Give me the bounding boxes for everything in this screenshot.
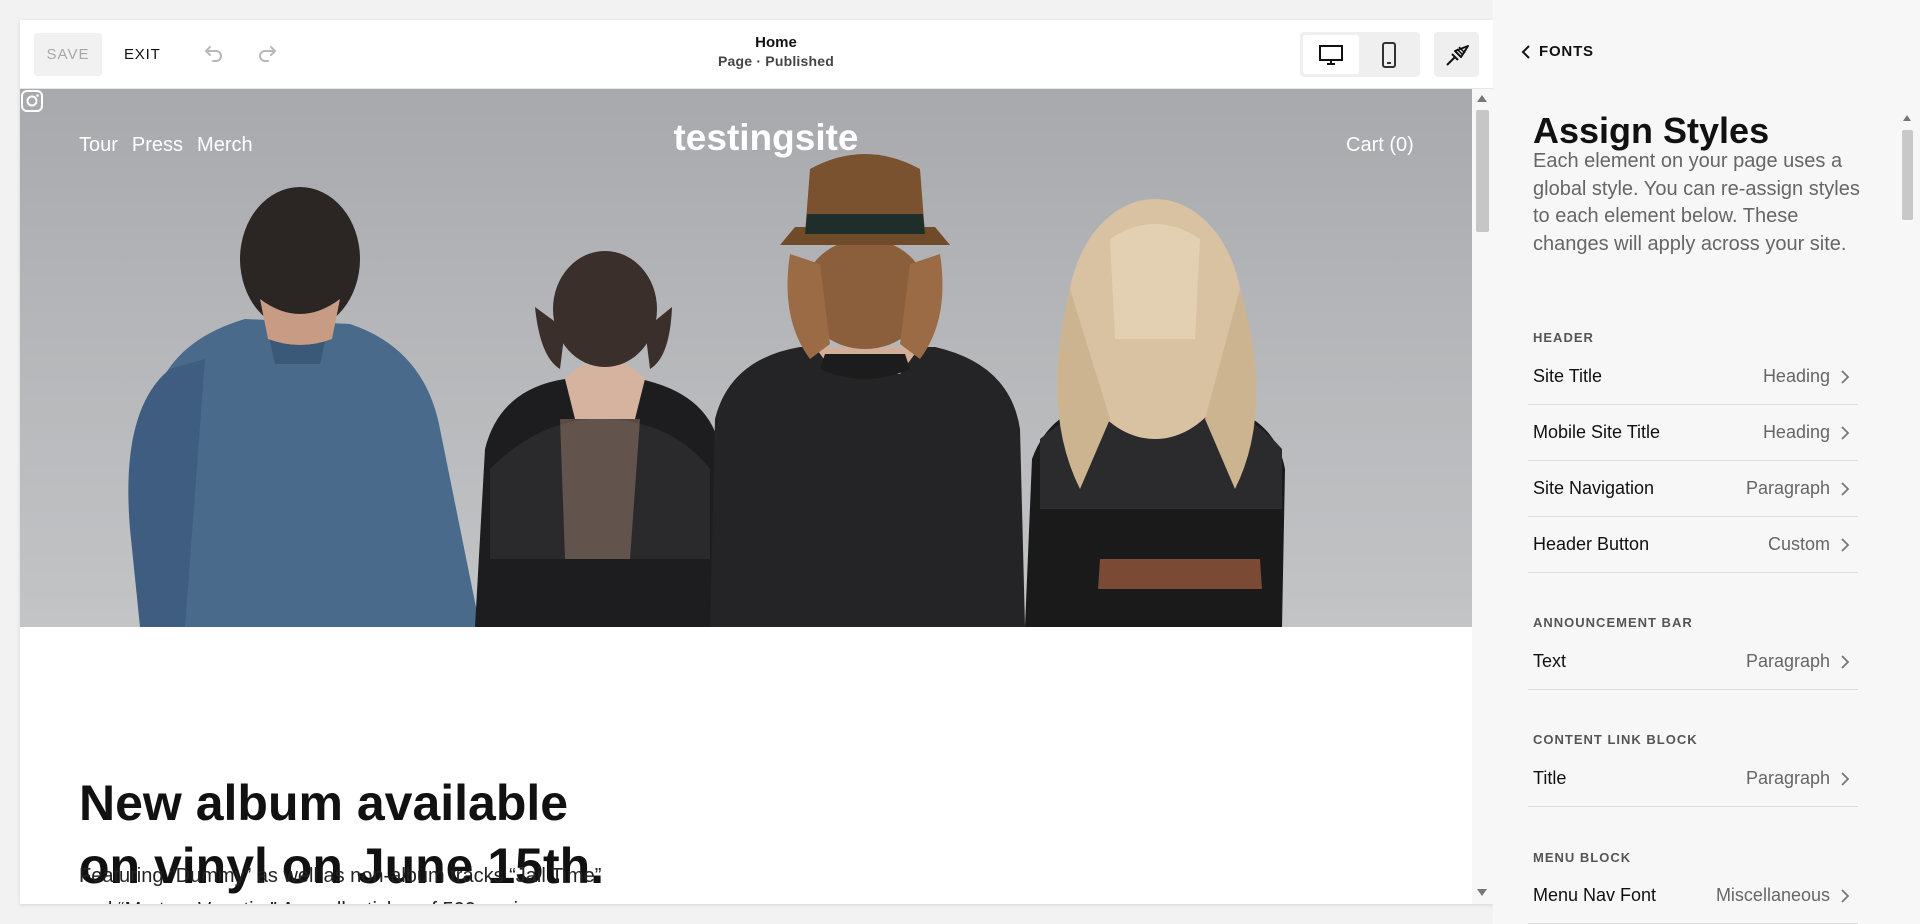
nav-link-press[interactable]: Press	[132, 134, 183, 157]
row-label: Site Navigation	[1533, 478, 1655, 498]
editor-frame: SAVE EXIT Home Page · Published Tour Pre…	[20, 20, 1493, 904]
row-value-group: Miscellaneous	[1716, 885, 1850, 906]
scroll-thumb[interactable]	[1902, 130, 1913, 220]
row-label: Menu Nav Font	[1533, 885, 1657, 905]
hero-image: Tour Press Merch testingsite Cart (0)	[20, 89, 1472, 627]
style-row-announcement-text[interactable]: Text Paragraph	[1528, 634, 1858, 690]
panel-scrollbar[interactable]	[1899, 110, 1916, 924]
desktop-view-button[interactable]	[1303, 35, 1359, 74]
section-label-header: HEADER	[1533, 330, 1594, 345]
page-title: Home	[755, 34, 797, 51]
row-value: Paragraph	[1745, 651, 1830, 671]
row-value-group: Heading	[1763, 366, 1850, 387]
chevron-right-icon	[1841, 481, 1850, 496]
page-title-block[interactable]: Home Page · Published	[620, 33, 932, 71]
page-status: Page · Published	[718, 53, 834, 69]
chevron-right-icon	[1841, 425, 1850, 440]
design-button[interactable]	[1434, 32, 1479, 77]
editor-toolbar: SAVE EXIT Home Page · Published	[20, 20, 1493, 89]
back-label: FONTS	[1539, 43, 1594, 60]
site-navigation: Tour Press Merch	[79, 134, 253, 157]
site-title[interactable]: testingsite	[566, 117, 966, 159]
paragraph-line-1: Featuring “Dummy” as well as non-album t…	[79, 865, 602, 887]
row-label: Text	[1533, 651, 1567, 671]
headline-line-1: New album available	[79, 775, 569, 831]
row-value-group: Custom	[1768, 534, 1850, 555]
row-value: Paragraph	[1745, 478, 1830, 498]
device-toggle	[1300, 32, 1420, 77]
style-row-header-button[interactable]: Header Button Custom	[1528, 517, 1858, 573]
preview-scrollbar[interactable]	[1472, 89, 1493, 904]
style-row-site-navigation[interactable]: Site Navigation Paragraph	[1528, 461, 1858, 517]
mobile-view-button[interactable]	[1361, 35, 1417, 74]
row-value-group: Paragraph	[1746, 768, 1850, 789]
row-label: Site Title	[1533, 366, 1603, 386]
content-paragraph[interactable]: Featuring “Dummy” as well as non-album t…	[79, 859, 779, 904]
save-button[interactable]: SAVE	[34, 33, 102, 76]
scroll-up-arrow[interactable]	[1903, 115, 1911, 121]
exit-button[interactable]: EXIT	[124, 33, 161, 76]
nav-link-tour[interactable]: Tour	[79, 134, 118, 157]
cart-link[interactable]: Cart (0)	[1346, 134, 1414, 157]
scroll-thumb[interactable]	[1476, 110, 1489, 232]
chevron-right-icon	[1841, 369, 1850, 384]
row-value-group: Paragraph	[1746, 478, 1850, 499]
chevron-right-icon	[1841, 537, 1850, 552]
row-value: Miscellaneous	[1715, 885, 1830, 905]
style-row-menu-nav-font[interactable]: Menu Nav Font Miscellaneous	[1528, 868, 1858, 924]
section-label-content-link-block: CONTENT LINK BLOCK	[1533, 732, 1698, 747]
chevron-right-icon	[1841, 888, 1850, 903]
scroll-up-arrow[interactable]	[1477, 95, 1487, 102]
row-value: Heading	[1762, 422, 1830, 442]
chevron-right-icon	[1841, 771, 1850, 786]
row-value-group: Paragraph	[1746, 651, 1850, 672]
instagram-icon[interactable]	[20, 89, 44, 113]
style-row-site-title[interactable]: Site Title Heading	[1528, 349, 1858, 405]
panel-description: Each element on your page uses a global …	[1533, 150, 1860, 255]
paintbrush-icon	[1445, 44, 1469, 66]
style-row-content-link-title[interactable]: Title Paragraph	[1528, 751, 1858, 807]
site-preview[interactable]: Tour Press Merch testingsite Cart (0) Ne…	[20, 89, 1472, 904]
section-label-menu-block: MENU BLOCK	[1533, 850, 1632, 865]
style-row-mobile-site-title[interactable]: Mobile Site Title Heading	[1528, 405, 1858, 461]
row-label: Title	[1533, 768, 1567, 788]
panel-scroll-area[interactable]: Assign Styles Each element on your page …	[1493, 110, 1920, 924]
scroll-down-arrow[interactable]	[1477, 889, 1487, 896]
panel-heading: Assign Styles	[1533, 110, 1770, 151]
row-value: Paragraph	[1745, 768, 1830, 788]
row-value: Custom	[1767, 534, 1830, 554]
styles-panel: FONTS Assign Styles Each element on your…	[1493, 0, 1920, 924]
chevron-left-icon	[1521, 44, 1530, 59]
hero-people-illustration	[128, 154, 1285, 627]
row-value-group: Heading	[1763, 422, 1850, 443]
mobile-icon	[1382, 41, 1396, 68]
row-label: Header Button	[1533, 534, 1650, 554]
back-to-fonts-link[interactable]: FONTS	[1521, 43, 1594, 60]
redo-icon[interactable]	[255, 42, 281, 68]
nav-link-merch[interactable]: Merch	[197, 134, 253, 157]
paragraph-line-2: and “Mortem Venatio.” A small, sticker o…	[79, 893, 779, 904]
row-value: Heading	[1762, 366, 1830, 386]
row-label: Mobile Site Title	[1533, 422, 1661, 442]
chevron-right-icon	[1841, 654, 1850, 669]
desktop-icon	[1319, 44, 1343, 65]
undo-icon[interactable]	[200, 42, 226, 68]
section-label-announcement-bar: ANNOUNCEMENT BAR	[1533, 615, 1693, 630]
